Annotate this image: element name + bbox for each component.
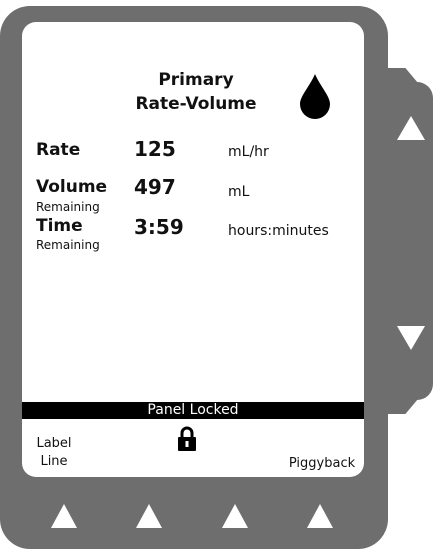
rate-unit: mL/hr	[228, 144, 269, 160]
display-screen: Primary Rate-Volume Rate 125 mL/hr Volum…	[22, 22, 364, 477]
time-label: Time	[36, 216, 83, 236]
softkey-button-1[interactable]	[44, 500, 84, 536]
softkey-piggyback: Piggyback	[288, 456, 356, 471]
scroll-up-button[interactable]	[391, 112, 431, 148]
time-value: 3:59	[134, 215, 184, 239]
arrow-up-icon	[307, 504, 333, 528]
volume-value: 497	[134, 175, 176, 199]
softkey-button-2[interactable]	[129, 500, 169, 536]
arrow-up-icon	[397, 116, 425, 140]
softkey-label-line-1: Label	[36, 436, 72, 451]
rate-label: Rate	[36, 140, 81, 160]
lock-icon	[178, 426, 196, 451]
arrow-up-icon	[136, 504, 162, 528]
softkey-label-line: Label Line	[34, 435, 74, 471]
scroll-down-button[interactable]	[391, 320, 431, 356]
arrow-down-icon	[397, 326, 425, 350]
arrow-up-icon	[222, 504, 248, 528]
title-primary: Primary	[158, 70, 234, 90]
arrow-up-icon	[51, 504, 77, 528]
title-mode: Rate-Volume	[135, 94, 257, 114]
softkey-button-4[interactable]	[300, 500, 340, 536]
softkey-label-line-2: Line	[40, 454, 68, 469]
volume-unit: mL	[228, 184, 250, 200]
time-sublabel: Remaining	[36, 238, 100, 252]
rate-value: 125	[134, 137, 176, 161]
volume-label: Volume	[36, 177, 108, 197]
volume-sublabel: Remaining	[36, 200, 100, 214]
channel-title: Primary Rate-Volume	[106, 68, 286, 116]
drop-icon	[300, 74, 330, 119]
time-unit: hours:minutes	[228, 223, 329, 239]
softkey-button-3[interactable]	[215, 500, 255, 536]
panel-locked-banner: Panel Locked	[22, 402, 364, 419]
